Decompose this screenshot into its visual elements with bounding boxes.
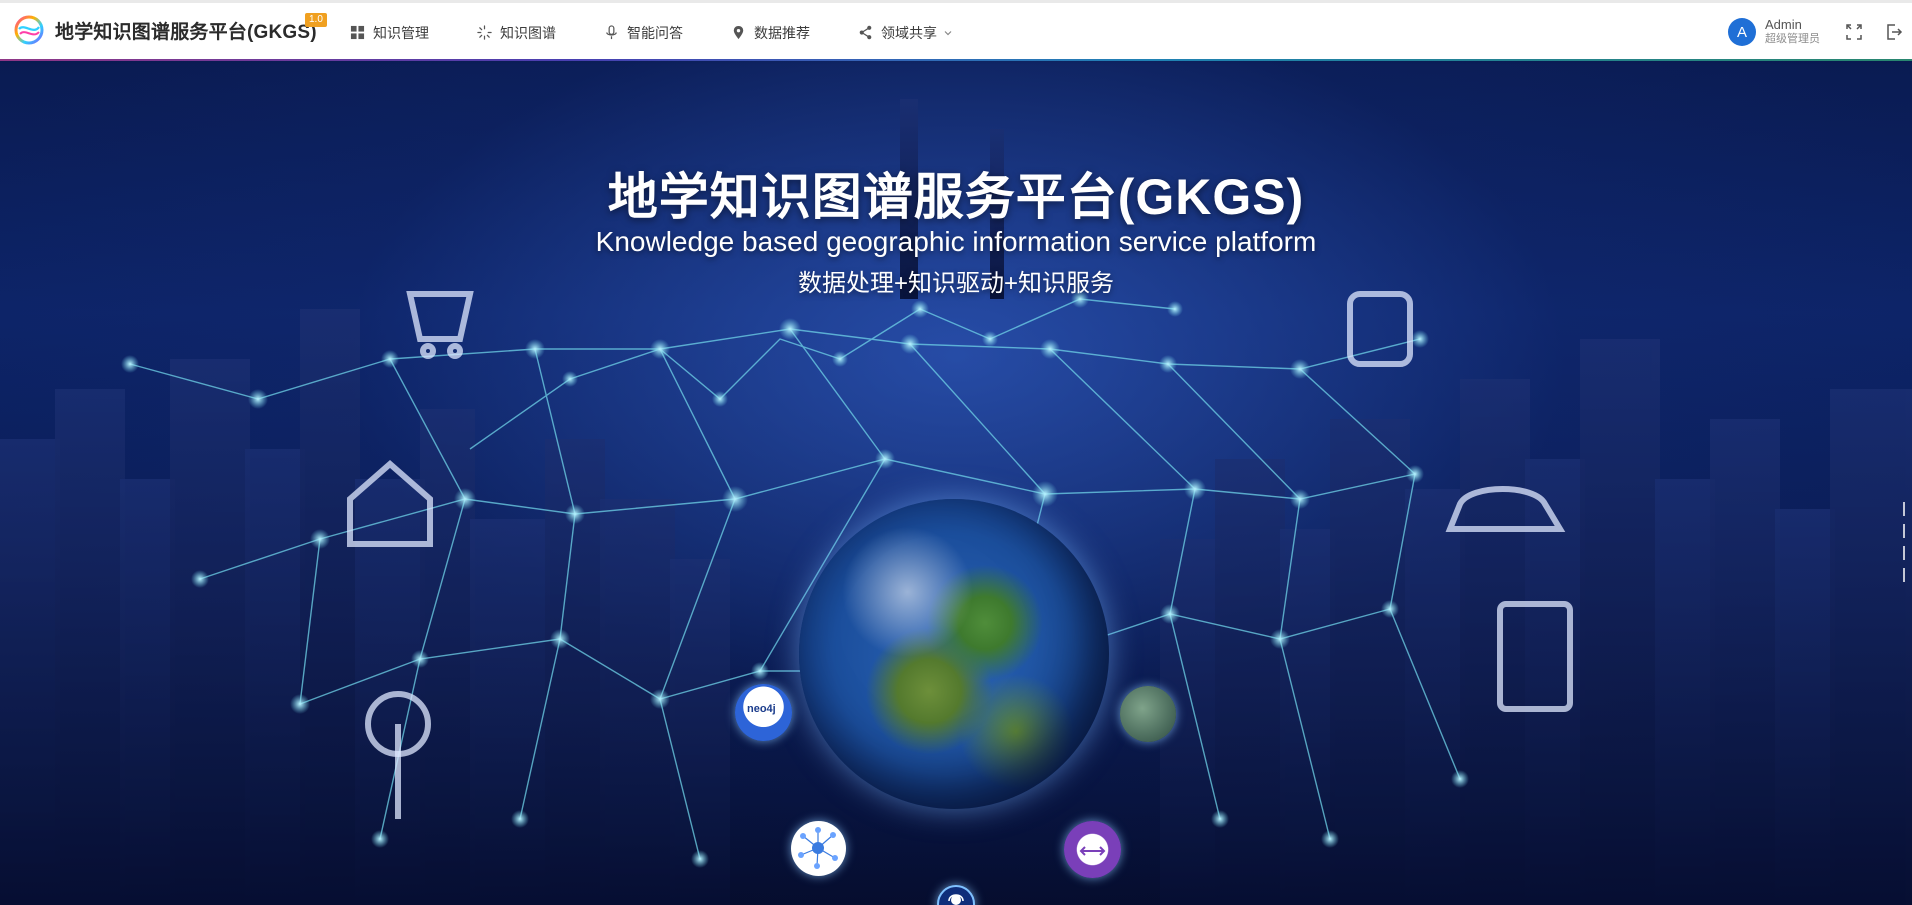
transfer-arrows-icon <box>1079 846 1106 856</box>
neo4j-label: neo4j <box>747 703 776 715</box>
scroll-indicator[interactable] <box>1902 502 1906 582</box>
neo4j-sub-label: aura <box>754 716 771 725</box>
nav-item-smart-qa[interactable]: 智能问答 <box>604 23 683 43</box>
user-role: 超级管理员 <box>1765 33 1820 45</box>
logout-icon[interactable] <box>1885 23 1903 41</box>
nav-item-knowledge-graph[interactable]: 知识图谱 <box>477 23 556 43</box>
brand[interactable]: 地学知识图谱服务平台(GKGS) <box>14 13 317 47</box>
data-exchange-node[interactable] <box>1064 821 1121 878</box>
nav-label: 数据推荐 <box>754 24 810 41</box>
nav-label: 智能问答 <box>627 24 683 41</box>
main-nav: 知识管理 知识图谱 智能问答 数据推荐 领域共享 <box>350 3 1001 62</box>
version-badge: 1.0 <box>305 13 327 27</box>
user-name: Admin <box>1765 17 1802 32</box>
nav-item-data-recommendation[interactable]: 数据推荐 <box>731 23 810 43</box>
pin-icon <box>733 25 744 40</box>
share-icon <box>859 25 872 40</box>
nav-label: 领域共享 <box>881 24 937 41</box>
hero-title: 地学知识图谱服务平台(GKGS) <box>607 169 1305 225</box>
user-headset-icon <box>948 894 964 905</box>
nav-label: 知识管理 <box>373 24 429 41</box>
user-menu[interactable]: A Admin 超级管理员 <box>1728 18 1820 46</box>
network-graph-icon <box>798 827 838 869</box>
top-navigation-bar: 地学知识图谱服务平台(GKGS) 1.0 知识管理 知识图谱 智能问答 数据推荐… <box>0 0 1912 62</box>
fullscreen-icon[interactable] <box>1845 23 1863 41</box>
neo4j-aura-node[interactable]: neo4j aura <box>735 684 792 741</box>
app-title: 地学知识图谱服务平台(GKGS) <box>55 21 317 43</box>
graph-sparkle-icon <box>477 25 492 40</box>
assistant-node[interactable] <box>937 885 975 905</box>
avatar: A <box>1728 18 1756 46</box>
microphone-icon <box>606 25 617 40</box>
hero-tagline: 数据处理+知识驱动+知识服务 <box>797 270 1115 297</box>
hero-banner: 地学知识图谱服务平台(GKGS) Knowledge based geograp… <box>0 59 1912 905</box>
brand-logo-icon <box>14 15 44 45</box>
graph-network-node[interactable] <box>791 821 846 876</box>
nav-label: 知识图谱 <box>500 24 556 41</box>
chevron-down-icon <box>944 30 952 35</box>
satellite-imagery-node[interactable] <box>1120 686 1176 742</box>
grid-icon <box>350 25 365 40</box>
nav-item-knowledge-management[interactable]: 知识管理 <box>350 23 429 43</box>
hero-subtitle: Knowledge based geographic information s… <box>595 226 1317 257</box>
earth-globe <box>799 499 1109 809</box>
nav-item-domain-sharing[interactable]: 领域共享 <box>858 23 953 43</box>
